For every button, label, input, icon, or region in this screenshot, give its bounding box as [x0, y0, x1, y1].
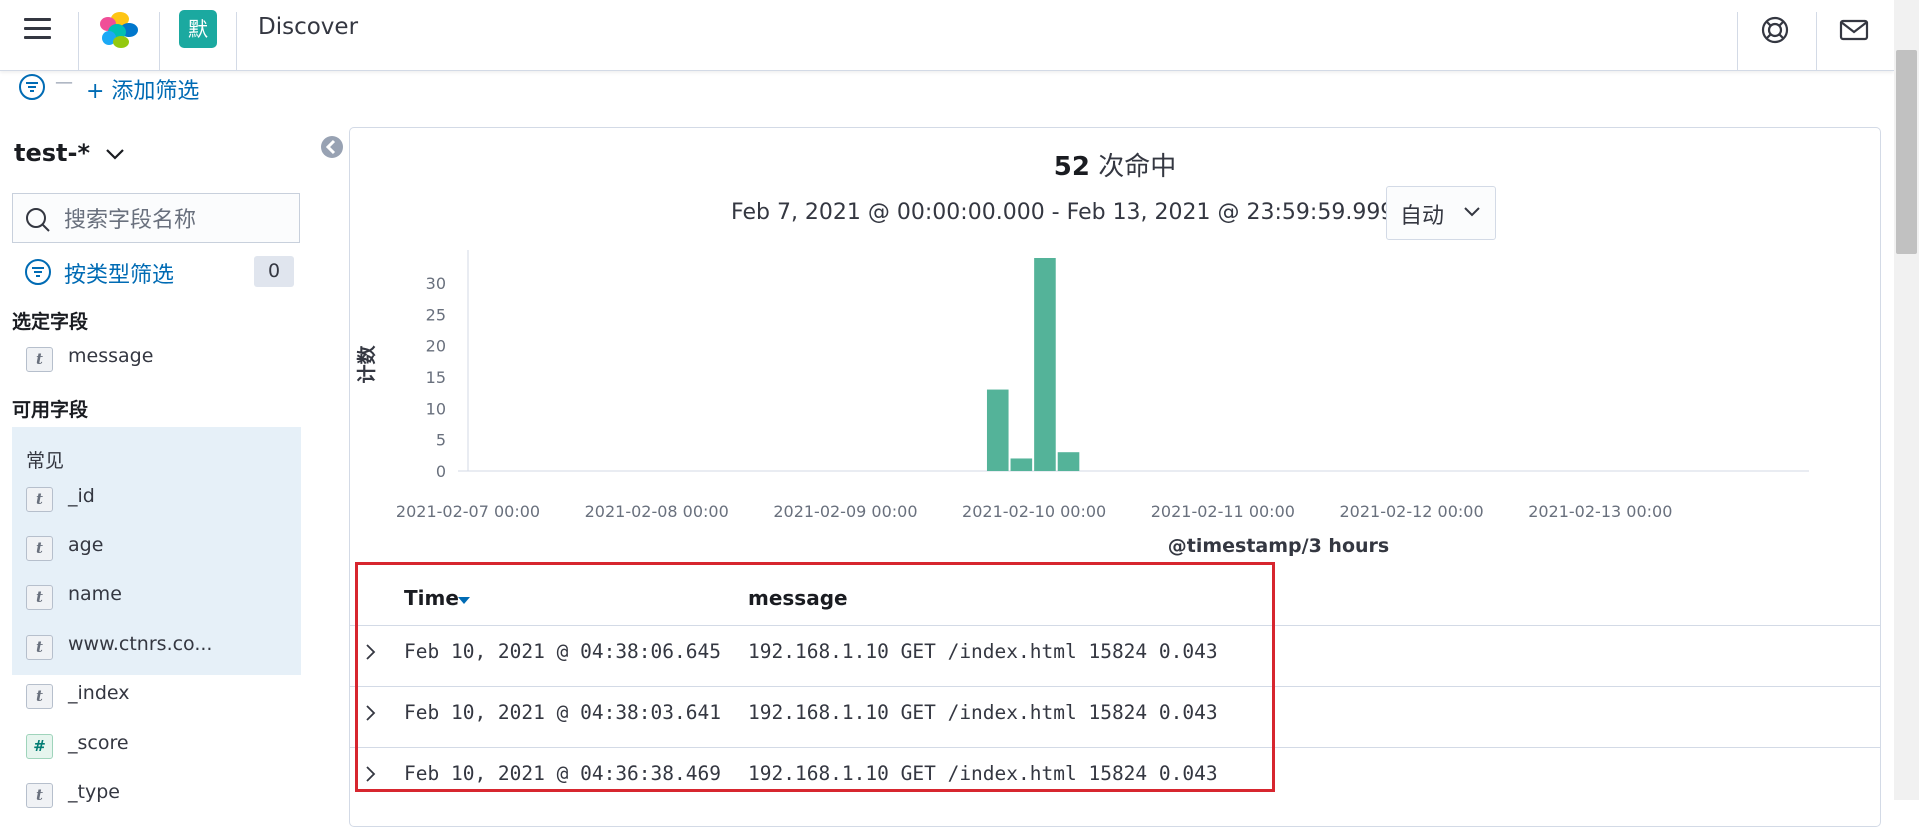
hits-count: 52 次命中 [349, 146, 1881, 183]
x-axis-label: @timestamp/3 hours [1168, 535, 1389, 557]
field-item-message[interactable]: t message [12, 339, 301, 379]
x-tick-label: 2021-02-08 00:00 [585, 502, 729, 521]
field-item-age[interactable]: t age [12, 528, 301, 568]
x-tick-label: 2021-02-07 00:00 [396, 502, 540, 521]
filter-menu-icon[interactable] [18, 73, 46, 101]
selected-fields-title: 选定字段 [12, 311, 89, 333]
string-type-icon: t [26, 783, 53, 808]
chart-bar [1010, 458, 1033, 471]
string-type-icon: t [26, 585, 53, 610]
field-name: message [68, 345, 154, 367]
field-name: www.ctnrs.co... [68, 633, 213, 655]
column-header-time[interactable]: Time [404, 586, 459, 610]
x-tick-label: 2021-02-13 00:00 [1528, 502, 1672, 521]
scrollbar-thumb[interactable] [1896, 50, 1917, 254]
x-tick-label: 2021-02-11 00:00 [1151, 502, 1295, 521]
chevron-down-icon[interactable] [1462, 204, 1482, 220]
filter-icon[interactable] [24, 258, 52, 286]
sort-descending-icon[interactable] [457, 594, 471, 606]
y-tick-label: 25 [426, 305, 446, 324]
row-divider [350, 686, 1880, 687]
y-tick-label: 30 [426, 274, 446, 293]
x-tick-label: 2021-02-12 00:00 [1339, 502, 1483, 521]
header-divider [1737, 12, 1738, 70]
number-type-icon: # [26, 734, 53, 759]
header-divider [78, 12, 79, 70]
row-divider [350, 747, 1880, 748]
histogram-chart: 0 5 10 15 20 25 30 2021-02-07 00:00 2021-02-08 0… [355, 250, 1809, 557]
column-header-message[interactable]: message [748, 586, 848, 610]
field-name: _score [68, 732, 129, 754]
y-tick-label: 20 [426, 337, 446, 356]
expand-row-icon[interactable] [363, 764, 379, 784]
row-divider [350, 625, 1880, 626]
expand-row-icon[interactable] [363, 703, 379, 723]
y-tick-label: 15 [426, 368, 446, 387]
cell-time: Feb 10, 2021 @ 04:38:03.641 [404, 701, 721, 724]
cell-time: Feb 10, 2021 @ 04:36:38.469 [404, 762, 721, 785]
add-filter-button[interactable]: + 添加筛选 [86, 73, 199, 105]
space-avatar[interactable]: 默 [179, 10, 217, 48]
cell-message: 192.168.1.10 GET /index.html 15824 0.043 [748, 762, 1218, 785]
search-icon [26, 208, 50, 232]
string-type-icon: t [26, 347, 53, 372]
field-item-type[interactable]: t _type [12, 775, 301, 815]
index-pattern-selector[interactable]: test-* [14, 139, 90, 167]
field-item-id[interactable]: t _id [12, 479, 301, 519]
expand-row-icon[interactable] [363, 642, 379, 662]
hits-number: 52 [1053, 152, 1090, 182]
chart-bar [1057, 452, 1080, 471]
field-name: _id [68, 485, 95, 507]
y-tick-label: 5 [436, 431, 446, 450]
field-item-score[interactable]: # _score [12, 726, 301, 766]
x-tick-label: 2021-02-10 00:00 [962, 502, 1106, 521]
available-fields-title: 可用字段 [12, 399, 89, 421]
chevron-down-icon[interactable] [104, 146, 126, 162]
field-item-www[interactable]: t www.ctnrs.co... [12, 627, 301, 667]
hits-label: 次命中 [1089, 152, 1177, 182]
filter-by-type-button[interactable]: 按类型筛选 [64, 257, 174, 289]
help-icon[interactable] [1757, 12, 1793, 48]
app-title: Discover [258, 14, 359, 40]
string-type-icon: t [26, 684, 53, 709]
string-type-icon: t [26, 536, 53, 561]
y-axis-label: 计数 [355, 345, 378, 384]
elastic-logo[interactable] [96, 10, 140, 50]
interval-value: 自动 [1400, 204, 1445, 229]
y-tick-label: 0 [436, 462, 446, 481]
cell-time: Feb 10, 2021 @ 04:38:06.645 [404, 640, 721, 663]
common-fields-label: 常见 [26, 450, 65, 472]
mail-icon[interactable] [1836, 12, 1872, 48]
time-range-label: Feb 7, 2021 @ 00:00:00.000 - Feb 13, 202… [731, 200, 1395, 225]
type-filter-count-badge: 0 [254, 256, 294, 287]
field-item-index[interactable]: t _index [12, 676, 301, 716]
header-divider [236, 12, 237, 70]
string-type-icon: t [26, 635, 53, 660]
cell-message: 192.168.1.10 GET /index.html 15824 0.043 [748, 640, 1218, 663]
cell-message: 192.168.1.10 GET /index.html 15824 0.043 [748, 701, 1218, 724]
field-name: age [68, 534, 104, 556]
menu-icon[interactable] [20, 15, 56, 45]
collapse-sidebar-icon[interactable] [320, 135, 344, 159]
x-tick-label: 2021-02-09 00:00 [773, 502, 917, 521]
filter-separator: — [55, 72, 73, 93]
string-type-icon: t [26, 487, 53, 512]
field-name: _index [68, 682, 130, 704]
field-name: name [68, 583, 122, 605]
y-tick-label: 10 [426, 399, 446, 418]
field-item-name[interactable]: t name [12, 577, 301, 617]
header-divider [159, 12, 160, 70]
field-search-input[interactable] [62, 200, 296, 240]
header-divider [1816, 12, 1817, 70]
chart-bar [1034, 258, 1056, 471]
chart-bar [986, 389, 1009, 471]
